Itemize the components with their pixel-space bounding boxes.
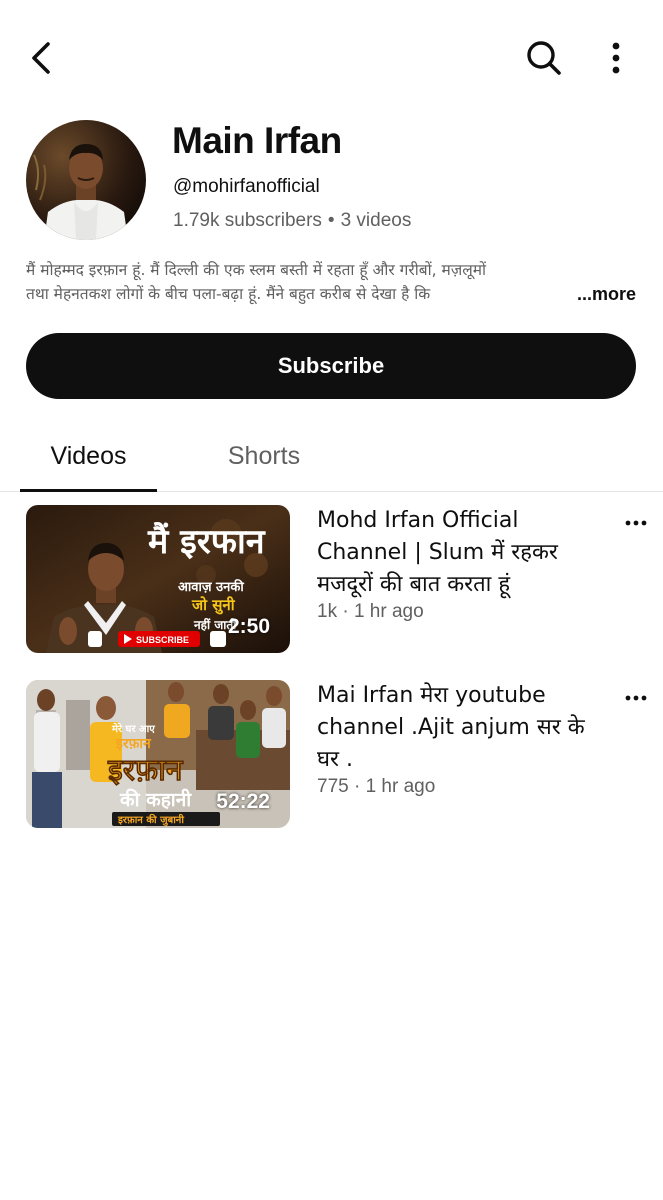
tab-videos[interactable]: Videos (20, 420, 157, 492)
more-link[interactable]: ...more (536, 282, 636, 306)
bell-icon (88, 631, 102, 647)
channel-handle: @mohirfanofficial (173, 176, 320, 197)
separator-dot: • (327, 210, 335, 231)
more-horizontal-icon (625, 695, 647, 701)
selected-tab-indicator (20, 489, 157, 492)
like-icon (210, 631, 226, 647)
thumbnail-subtext: जो सुनी (191, 596, 236, 615)
more-options-button[interactable] (596, 34, 636, 82)
video-list-item[interactable]: मैं इरफान आवाज़ उनकी जो सुनी नहीं जाती S… (0, 505, 663, 655)
channel-stats: 1.79k subscribers • 3 videos (173, 210, 411, 232)
search-button[interactable] (520, 34, 568, 82)
video-title[interactable]: Mohd Irfan Official Channel | Slum में र… (317, 505, 607, 601)
thumbnail-subtext: की कहानी (119, 788, 192, 811)
top-app-bar (0, 0, 663, 112)
video-list-item[interactable]: मेरे घर आए इरफ़ान इरफ़ान की कहानी इरफ़ान… (0, 680, 663, 830)
tab-shorts[interactable]: Shorts (200, 420, 328, 492)
channel-tabs: Videos Shorts (0, 420, 663, 492)
channel-description[interactable]: मैं मोहम्मद इरफ़ान हूं. मैं दिल्ली की एक… (26, 258, 636, 308)
avatar-image (26, 120, 146, 240)
thumbnail-subtext: इरफ़ान की जुबानी (117, 813, 184, 826)
thumbnail-subtext: मेरे घर आए (111, 722, 155, 735)
subscribe-button[interactable]: Subscribe (26, 333, 636, 399)
channel-name: Main Irfan (172, 120, 342, 161)
back-button[interactable] (18, 36, 62, 80)
thumbnail-subscribe-text: SUBSCRIBE (136, 635, 189, 645)
thumbnail-headline: इरफ़ान (107, 753, 184, 788)
more-horizontal-icon (625, 520, 647, 526)
video-meta: 1k · 1 hr ago (317, 601, 424, 622)
video-count: 3 videos (340, 210, 412, 231)
description-line: मैं मोहम्मद इरफ़ान हूं. मैं दिल्ली की एक… (26, 261, 487, 279)
video-duration: 2:50 (227, 615, 270, 638)
video-menu-button[interactable] (618, 688, 654, 708)
thumbnail-subtext: आवाज़ उनकी (178, 579, 244, 595)
video-title[interactable]: Mai Irfan मेरा youtube channel .Ajit anj… (317, 680, 607, 776)
video-thumbnail[interactable]: मेरे घर आए इरफ़ान इरफ़ान की कहानी इरफ़ान… (26, 680, 290, 828)
video-menu-button[interactable] (618, 513, 654, 533)
search-icon (527, 41, 561, 75)
channel-avatar[interactable] (26, 120, 146, 240)
more-vertical-icon (612, 42, 620, 74)
subscriber-count: 1.79k subscribers (173, 210, 322, 231)
video-duration: 52:22 (216, 790, 270, 813)
channel-header: Main Irfan @mohirfanofficial 1.79k subsc… (0, 112, 663, 252)
chevron-left-icon (32, 42, 50, 74)
video-meta: 775 · 1 hr ago (317, 776, 436, 797)
video-thumbnail[interactable]: मैं इरफान आवाज़ उनकी जो सुनी नहीं जाती S… (26, 505, 290, 653)
thumbnail-headline: मैं इरफान (147, 521, 266, 562)
thumbnail-subtext: इरफ़ान (115, 736, 152, 752)
